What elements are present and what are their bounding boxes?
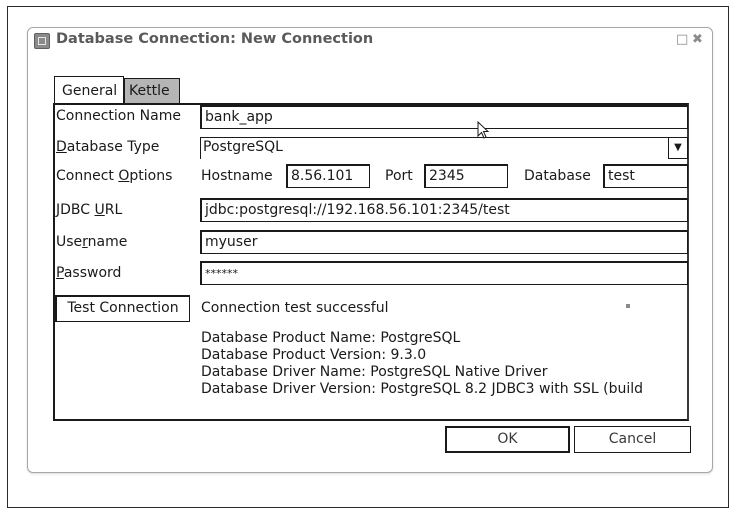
status-indicator-icon [626,304,630,308]
tab-general[interactable]: General [54,76,124,103]
password-label: Password [56,265,122,281]
test-connection-button[interactable]: Test Connection [55,295,190,322]
mouse-pointer-icon [477,121,490,139]
username-label: Username [56,234,128,250]
username-input[interactable]: myuser [200,230,688,254]
database-label: Database [524,168,591,184]
hostname-label: Hostname [201,168,273,184]
product-version-text: Database Product Version: 9.3.0 [201,347,427,363]
ok-button[interactable]: OK [445,426,570,453]
driver-version-text: Database Driver Version: PostgreSQL 8.2 … [201,381,644,397]
maximize-icon[interactable]: □ [676,33,688,47]
dialog-title: Database Connection: New Connection [56,31,374,47]
database-input[interactable]: test [603,164,688,188]
database-type-value: PostgreSQL [203,139,283,155]
close-icon[interactable]: ✖ [692,33,703,47]
connection-status-text: Connection test successful [201,300,389,316]
hostname-input[interactable]: 8.56.101 [286,164,370,188]
driver-name-text: Database Driver Name: PostgreSQL Native … [201,364,548,380]
database-type-select[interactable]: PostgreSQL ▼ [200,137,688,159]
cancel-button[interactable]: Cancel [574,426,691,453]
connection-name-input[interactable]: bank_app [200,105,688,129]
port-label: Port [385,168,413,184]
product-name-text: Database Product Name: PostgreSQL [201,330,461,346]
database-connection-dialog: Database Connection: New Connection □ ✖ … [27,27,713,473]
connection-name-label: Connection Name [56,108,181,124]
dropdown-arrow-icon[interactable]: ▼ [668,137,688,159]
password-input[interactable]: ****** [200,261,688,285]
tab-kettle[interactable]: Kettle [124,78,180,103]
connect-options-label: Connect Options [56,168,173,184]
database-type-label: Database Type [56,139,160,155]
port-input[interactable]: 2345 [424,164,508,188]
jdbc-url-label: JDBC URL [56,202,123,218]
app-icon [34,33,50,49]
jdbc-url-input[interactable]: jdbc:postgresql://192.168.56.101:2345/te… [200,198,688,222]
dialog-titlebar[interactable]: Database Connection: New Connection □ ✖ [28,28,712,54]
